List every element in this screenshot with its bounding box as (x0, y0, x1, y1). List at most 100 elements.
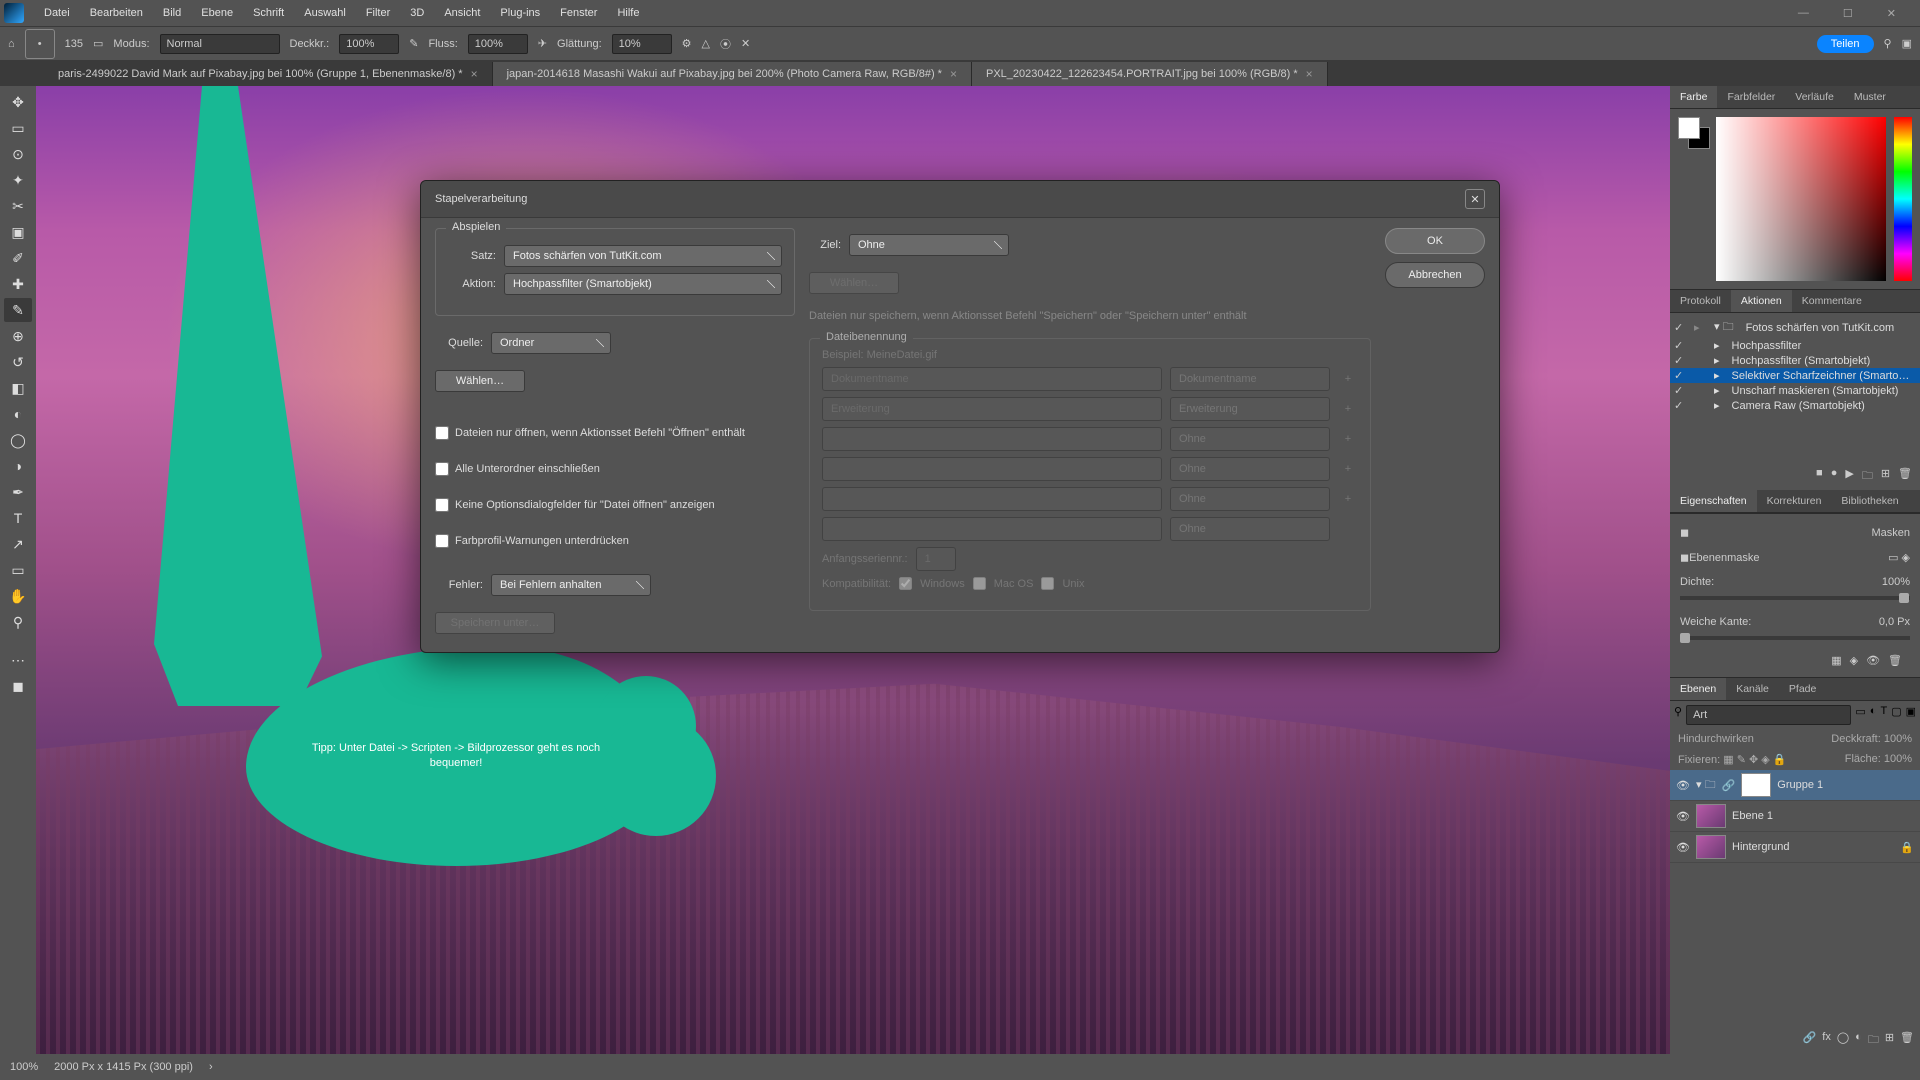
fluss-input[interactable] (468, 34, 528, 54)
tool-brush[interactable]: ✎ (4, 298, 32, 322)
menu-auswahl[interactable]: Auswahl (294, 3, 356, 23)
chk-oeffnen[interactable] (435, 426, 449, 440)
record-icon[interactable]: ● (1831, 467, 1838, 486)
tab-kanale[interactable]: Kanäle (1726, 678, 1779, 700)
filter-adjust-icon[interactable]: ◐ (1870, 705, 1877, 725)
action-item[interactable]: ✓▸Camera Raw (Smartobjekt) (1670, 398, 1920, 413)
tab-protokoll[interactable]: Protokoll (1670, 290, 1731, 312)
layer-row[interactable]: 👁 Ebene 1 (1670, 801, 1920, 832)
tool-marquee[interactable]: ▭ (4, 116, 32, 140)
flache-value[interactable]: 100% (1884, 753, 1912, 765)
share-button[interactable]: Teilen (1817, 35, 1874, 53)
action-folder[interactable]: ✓▸▾ 🗀Fotos schärfen von TutKit.com (1670, 317, 1920, 338)
angle-icon[interactable]: △ (702, 37, 710, 50)
filter-shape-icon[interactable]: ▢ (1891, 705, 1901, 725)
fehler-select[interactable]: Bei Fehlern anhalten (491, 574, 651, 596)
tab-verlaufe[interactable]: Verläufe (1785, 86, 1844, 108)
filter-smart-icon[interactable]: ▣ (1906, 705, 1916, 725)
pressure-icon[interactable]: ✎ (409, 37, 418, 50)
menu-3d[interactable]: 3D (400, 3, 434, 23)
stop-icon[interactable]: ■ (1816, 467, 1823, 486)
link-icon[interactable]: 🔗 (1803, 1031, 1817, 1050)
window-minimize-icon[interactable]: — (1788, 3, 1819, 24)
menu-ebene[interactable]: Ebene (191, 3, 243, 23)
tool-stamp[interactable]: ⊕ (4, 324, 32, 348)
doc-tab-1[interactable]: japan-2014618 Masashi Wakui auf Pixabay.… (493, 62, 972, 86)
wahlen-button[interactable]: Wählen… (435, 370, 525, 392)
window-maximize-icon[interactable]: ☐ (1833, 3, 1863, 24)
action-item[interactable]: ✓▸Hochpassfilter (1670, 338, 1920, 353)
menu-plugins[interactable]: Plug-ins (490, 3, 550, 23)
symmetry-icon[interactable]: ⦿ (720, 36, 731, 52)
layer-thumb[interactable] (1696, 835, 1726, 859)
filter-pixel-icon[interactable]: ▭ (1855, 705, 1865, 725)
search-icon[interactable]: ⚲ (1884, 37, 1892, 50)
menu-hilfe[interactable]: Hilfe (607, 3, 649, 23)
tool-zoom[interactable]: ⚲ (4, 610, 32, 634)
zoom-level[interactable]: 100% (10, 1061, 38, 1073)
chevron-right-icon[interactable]: › (209, 1061, 213, 1073)
deck-value[interactable]: 100% (1884, 733, 1912, 745)
tab-aktionen[interactable]: Aktionen (1731, 290, 1792, 312)
tab-eigenschaften[interactable]: Eigenschaften (1670, 490, 1757, 512)
menu-schrift[interactable]: Schrift (243, 3, 294, 23)
layer-name[interactable]: Gruppe 1 (1777, 779, 1823, 791)
tool-heal[interactable]: ✚ (4, 272, 32, 296)
tool-hand[interactable]: ✋ (4, 584, 32, 608)
tool-crop[interactable]: ✂ (4, 194, 32, 218)
tool-type[interactable]: T (4, 506, 32, 530)
satz-select[interactable]: Fotos schärfen von TutKit.com (504, 245, 782, 267)
doc-info[interactable]: 2000 Px x 1415 Px (300 ppi) (54, 1061, 193, 1073)
quelle-select[interactable]: Ordner (491, 332, 611, 354)
modus-select[interactable] (160, 34, 280, 54)
hue-slider[interactable] (1894, 117, 1912, 281)
airbrush-icon[interactable]: ✈ (538, 37, 547, 50)
menu-datei[interactable]: Datei (34, 3, 80, 23)
new-action-icon[interactable]: ⊞ (1881, 467, 1890, 486)
tool-move[interactable]: ✥ (4, 90, 32, 114)
brush-preview[interactable]: • (25, 29, 55, 59)
cancel-button[interactable]: Abbrechen (1385, 262, 1485, 288)
tool-gradient[interactable]: ◐ (4, 402, 32, 426)
aktion-select[interactable]: Hochpassfilter (Smartobjekt) (504, 273, 782, 295)
tool-blur[interactable]: ◯ (4, 428, 32, 452)
action-item[interactable]: ✓▸Selektiver Scharfzeichner (Smarto… (1670, 368, 1920, 383)
new-folder-icon[interactable]: 🗀 (1862, 467, 1873, 486)
tool-dodge[interactable]: ◑ (4, 454, 32, 478)
kante-value[interactable]: 0,0 Px (1879, 616, 1910, 628)
dichte-value[interactable]: 100% (1882, 576, 1910, 588)
fgbg-swatch[interactable]: ◼ (4, 674, 32, 698)
glattung-input[interactable] (612, 34, 672, 54)
tool-shape[interactable]: ▭ (4, 558, 32, 582)
trash-icon[interactable]: 🗑 (1900, 1031, 1914, 1050)
ok-button[interactable]: OK (1385, 228, 1485, 254)
mask-icon[interactable]: ◯ (1837, 1031, 1849, 1050)
tab-muster[interactable]: Muster (1844, 86, 1896, 108)
tool-history[interactable]: ↺ (4, 350, 32, 374)
new-layer-icon[interactable]: ⊞ (1885, 1031, 1894, 1050)
adjust-icon[interactable]: ◐ (1855, 1031, 1862, 1050)
tool-eraser[interactable]: ◧ (4, 376, 32, 400)
close-icon[interactable]: × (950, 67, 957, 81)
invert-icon[interactable]: ◈ (1850, 654, 1858, 667)
eye-icon[interactable]: 👁 (1866, 654, 1880, 667)
visibility-icon[interactable]: 👁 (1676, 810, 1690, 823)
gear-icon[interactable]: ⚙ (682, 37, 692, 50)
window-close-icon[interactable]: ✕ (1877, 3, 1906, 24)
dialog-close-button[interactable]: ✕ (1465, 189, 1485, 209)
fx-icon[interactable]: fx (1822, 1031, 1831, 1050)
menu-bearbeiten[interactable]: Bearbeiten (80, 3, 153, 23)
layer-name[interactable]: Ebene 1 (1732, 810, 1773, 822)
fgbg-colors[interactable] (1678, 117, 1708, 281)
home-icon[interactable]: ⌂ (8, 38, 15, 50)
action-item[interactable]: ✓▸Hochpassfilter (Smartobjekt) (1670, 353, 1920, 368)
group-icon[interactable]: 🗀 (1868, 1031, 1879, 1050)
tab-farbfelder[interactable]: Farbfelder (1717, 86, 1785, 108)
tool-path[interactable]: ↗ (4, 532, 32, 556)
folder-icon[interactable]: ▭ (93, 37, 103, 50)
layer-name[interactable]: Hintergrund (1732, 841, 1789, 853)
trash-icon[interactable]: 🗑 (1898, 467, 1912, 486)
menu-filter[interactable]: Filter (356, 3, 400, 23)
play-icon[interactable]: ▶ (1845, 467, 1853, 486)
tab-bibliotheken[interactable]: Bibliotheken (1831, 490, 1908, 512)
